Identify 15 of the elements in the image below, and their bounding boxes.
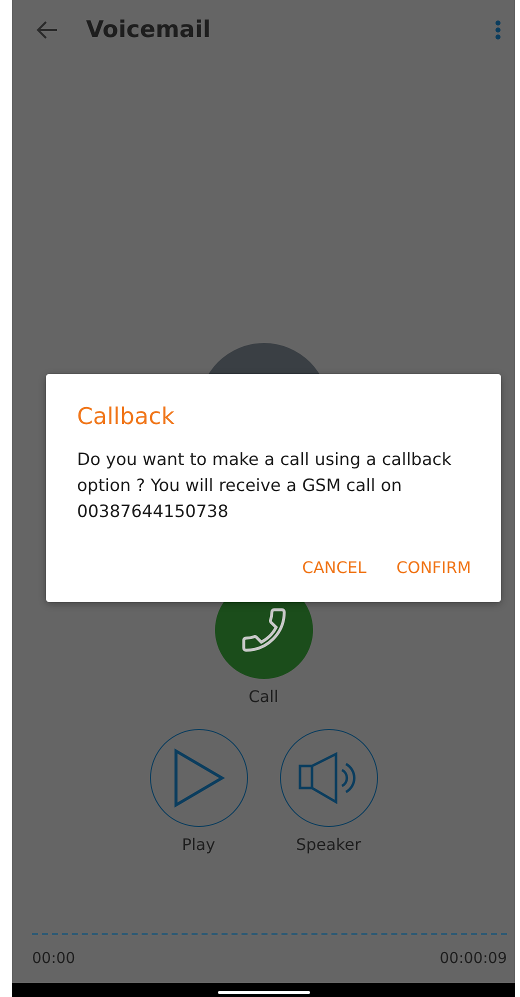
dialog-button[interactable]: CANCEL [302,550,366,586]
play-button[interactable] [150,729,248,827]
back-icon[interactable] [36,21,58,39]
screen-title: Voicemail [86,16,211,45]
dialog-title: Callback [77,403,176,432]
speaker-button[interactable] [280,729,378,827]
action-label: Call [248,686,278,708]
play-icon [172,748,224,808]
more-options-icon[interactable] [495,20,501,40]
elapsed-time: 00:00 [32,948,76,969]
action-label: Play [182,834,216,856]
total-duration: 00:00:09 [440,948,507,969]
dialog-message: Do you want to make a call using a callback option ? You will receive a GSM call on 00387644150738 [77,448,452,524]
action-label: Speaker [296,834,362,856]
dialog-button[interactable]: CONFIRM [396,550,471,586]
